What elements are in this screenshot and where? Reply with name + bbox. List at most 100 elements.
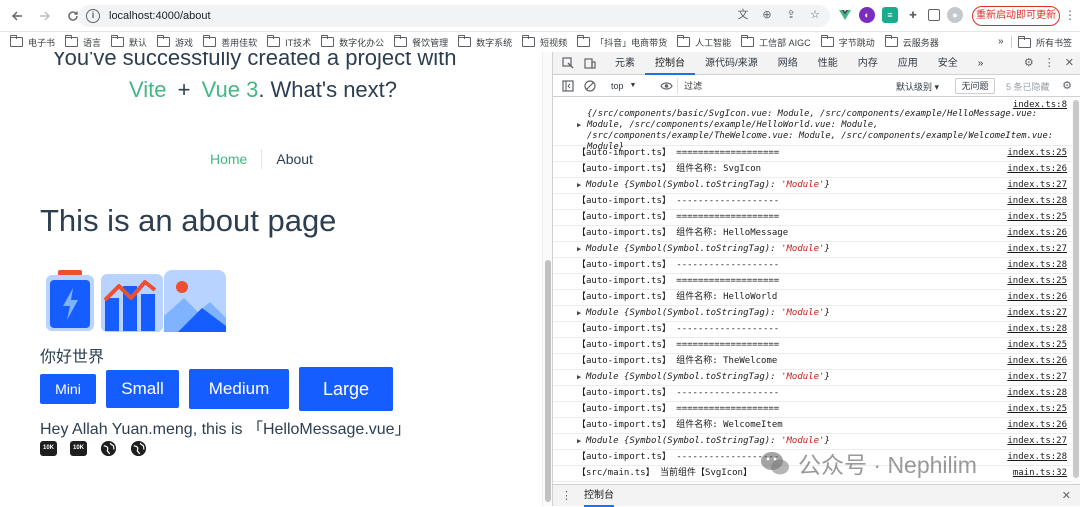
source-link[interactable]: index.ts:27 <box>1007 370 1067 385</box>
bookmark-folder[interactable]: 「抖音」电商带货 <box>577 35 667 49</box>
relaunch-update-button[interactable]: 重新启动即可更新 <box>972 6 1060 26</box>
drawer-close-icon[interactable]: ✕ <box>1062 489 1071 502</box>
expand-triangle-icon[interactable]: ▶ <box>577 242 581 257</box>
console-settings-icon[interactable]: ⚙ <box>1062 79 1072 92</box>
browser-menu-icon[interactable]: ⋮ <box>1064 9 1076 21</box>
source-link[interactable]: index.ts:26 <box>1007 226 1067 241</box>
bookmark-folder[interactable]: 云服务器 <box>884 35 939 49</box>
devtools-tab[interactable]: 内存 <box>848 52 888 75</box>
medium-button[interactable]: Medium <box>189 369 289 409</box>
devtools-tab[interactable]: 元素 <box>605 52 645 75</box>
source-link[interactable]: index.ts:26 <box>1007 162 1067 177</box>
bookmark-folder[interactable]: 短视频 <box>522 35 567 49</box>
console-filter-input[interactable]: 过滤 <box>677 78 891 94</box>
expand-triangle-icon[interactable]: ▶ <box>577 178 581 193</box>
vue-link[interactable]: Vue 3 <box>202 77 259 102</box>
issues-button[interactable]: 无问题 <box>955 78 995 94</box>
profile-avatar-icon[interactable]: ● <box>947 7 963 23</box>
large-button[interactable]: Large <box>299 367 393 411</box>
small-button[interactable]: Small <box>106 370 179 408</box>
page-scrollbar-thumb[interactable] <box>545 260 551 502</box>
console-scrollbar[interactable] <box>1072 98 1080 484</box>
source-link[interactable]: index.ts:25 <box>1007 210 1067 225</box>
devtools-more-tabs[interactable]: » <box>968 52 994 75</box>
device-toolbar-icon[interactable] <box>583 56 597 70</box>
expand-triangle-icon[interactable]: ▶ <box>577 306 581 321</box>
source-link[interactable]: index.ts:28 <box>1007 258 1067 273</box>
devtools-close-icon[interactable]: ✕ <box>1065 56 1074 69</box>
source-link[interactable]: index.ts:28 <box>1007 322 1067 337</box>
devtools-tab[interactable]: 应用 <box>888 52 928 75</box>
page-scrollbar[interactable] <box>542 52 552 506</box>
context-select[interactable]: top ▼ <box>611 81 636 91</box>
source-link[interactable]: index.ts:25 <box>1007 402 1067 417</box>
console-object-row[interactable]: index.ts:8 ▶ {/src/components/basic/SvgI… <box>553 98 1073 152</box>
drawer-menu-icon[interactable]: ⋮ <box>561 489 572 502</box>
forward-icon[interactable] <box>34 5 56 27</box>
mini-button[interactable]: Mini <box>40 374 96 404</box>
bookmarks-overflow-button[interactable]: » <box>998 36 1004 47</box>
source-link[interactable]: index.ts:28 <box>1007 386 1067 401</box>
zoom-icon[interactable]: ⊕ <box>760 8 774 22</box>
devtools-tab[interactable]: 性能 <box>808 52 848 75</box>
bookmark-folder[interactable]: 数字化办公 <box>321 35 384 49</box>
source-link[interactable]: index.ts:27 <box>1007 242 1067 257</box>
folder-icon <box>677 35 691 47</box>
puzzle-extensions-icon[interactable]: ✚ <box>905 7 921 23</box>
nav-home-link[interactable]: Home <box>196 151 261 167</box>
source-link[interactable]: index.ts:27 <box>1007 178 1067 193</box>
source-link[interactable]: index.ts:25 <box>1007 146 1067 161</box>
bookmark-folder[interactable]: 字节跳动 <box>820 35 875 49</box>
bookmark-folder[interactable]: 电子书 <box>10 35 55 49</box>
bookmark-folder[interactable]: 游戏 <box>157 35 193 49</box>
all-bookmarks-folder[interactable]: 所有书签 <box>1018 35 1072 49</box>
devtools-menu-icon[interactable]: ⋮ <box>1044 56 1055 69</box>
bookmark-star-icon[interactable]: ☆ <box>808 8 822 22</box>
source-link[interactable]: index.ts:28 <box>1007 450 1067 465</box>
source-link[interactable]: index.ts:27 <box>1007 434 1067 449</box>
bookmark-folder[interactable]: 语言 <box>65 35 101 49</box>
source-link[interactable]: index.ts:27 <box>1007 306 1067 321</box>
source-link[interactable]: main.ts:32 <box>1013 466 1067 481</box>
site-info-icon[interactable]: i <box>86 9 100 23</box>
drawer-console-tab[interactable]: 控制台 <box>584 485 614 507</box>
green-extension-icon[interactable]: ≡ <box>882 7 898 23</box>
browser-toolbar: i localhost:4000/about 文 ⊕ ⇪ ☆ ◐ ≡ ✚ ● 重… <box>0 0 1080 32</box>
devtools-settings-icon[interactable]: ⚙ <box>1024 56 1034 69</box>
purple-extension-icon[interactable]: ◐ <box>859 7 875 23</box>
expand-triangle-icon[interactable]: ▶ <box>577 434 581 449</box>
bookmark-folder[interactable]: 工信部 AIGC <box>741 35 811 49</box>
console-scrollbar-thumb[interactable] <box>1073 100 1079 478</box>
source-link[interactable]: index.ts:26 <box>1007 290 1067 305</box>
devtools-tab[interactable]: 网络 <box>768 52 808 75</box>
bookmark-folder[interactable]: 默认 <box>111 35 147 49</box>
devtools-tab[interactable]: 安全 <box>928 52 968 75</box>
sidebar-toggle-icon[interactable] <box>561 79 575 93</box>
source-link[interactable]: index.ts:26 <box>1007 354 1067 369</box>
translate-icon[interactable]: 文 <box>736 8 750 22</box>
source-link[interactable]: index.ts:28 <box>1007 194 1067 209</box>
bookmark-folder[interactable]: 数字系统 <box>458 35 512 49</box>
devtools-tab[interactable]: 控制台 <box>645 52 695 75</box>
bookmark-folder[interactable]: 人工智能 <box>677 35 731 49</box>
nav-about-link[interactable]: About <box>262 151 327 167</box>
share-icon[interactable]: ⇪ <box>784 8 798 22</box>
bookmark-folder[interactable]: 善用佳软 <box>203 35 257 49</box>
side-panel-icon[interactable] <box>928 9 940 21</box>
log-levels-dropdown[interactable]: 默认级别 ▾ <box>896 80 939 93</box>
bookmark-folder[interactable]: IT技术 <box>267 35 311 49</box>
source-link[interactable]: index.ts:26 <box>1007 418 1067 433</box>
vite-link[interactable]: Vite <box>129 77 167 102</box>
back-icon[interactable] <box>6 5 28 27</box>
source-link[interactable]: index.ts:25 <box>1007 274 1067 289</box>
source-link[interactable]: index.ts:25 <box>1007 338 1067 353</box>
bookmark-folder[interactable]: 餐饮管理 <box>394 35 448 49</box>
inspect-element-icon[interactable] <box>561 56 575 70</box>
vue-devtools-extension-icon[interactable] <box>838 8 852 22</box>
live-expression-eye-icon[interactable] <box>659 79 673 93</box>
address-bar[interactable]: i localhost:4000/about 文 ⊕ ⇪ ☆ <box>78 5 830 27</box>
clear-console-icon[interactable] <box>583 79 597 93</box>
expand-triangle-icon[interactable]: ▶ <box>577 121 581 129</box>
devtools-tab[interactable]: 源代码/来源 <box>695 52 768 75</box>
expand-triangle-icon[interactable]: ▶ <box>577 370 581 385</box>
